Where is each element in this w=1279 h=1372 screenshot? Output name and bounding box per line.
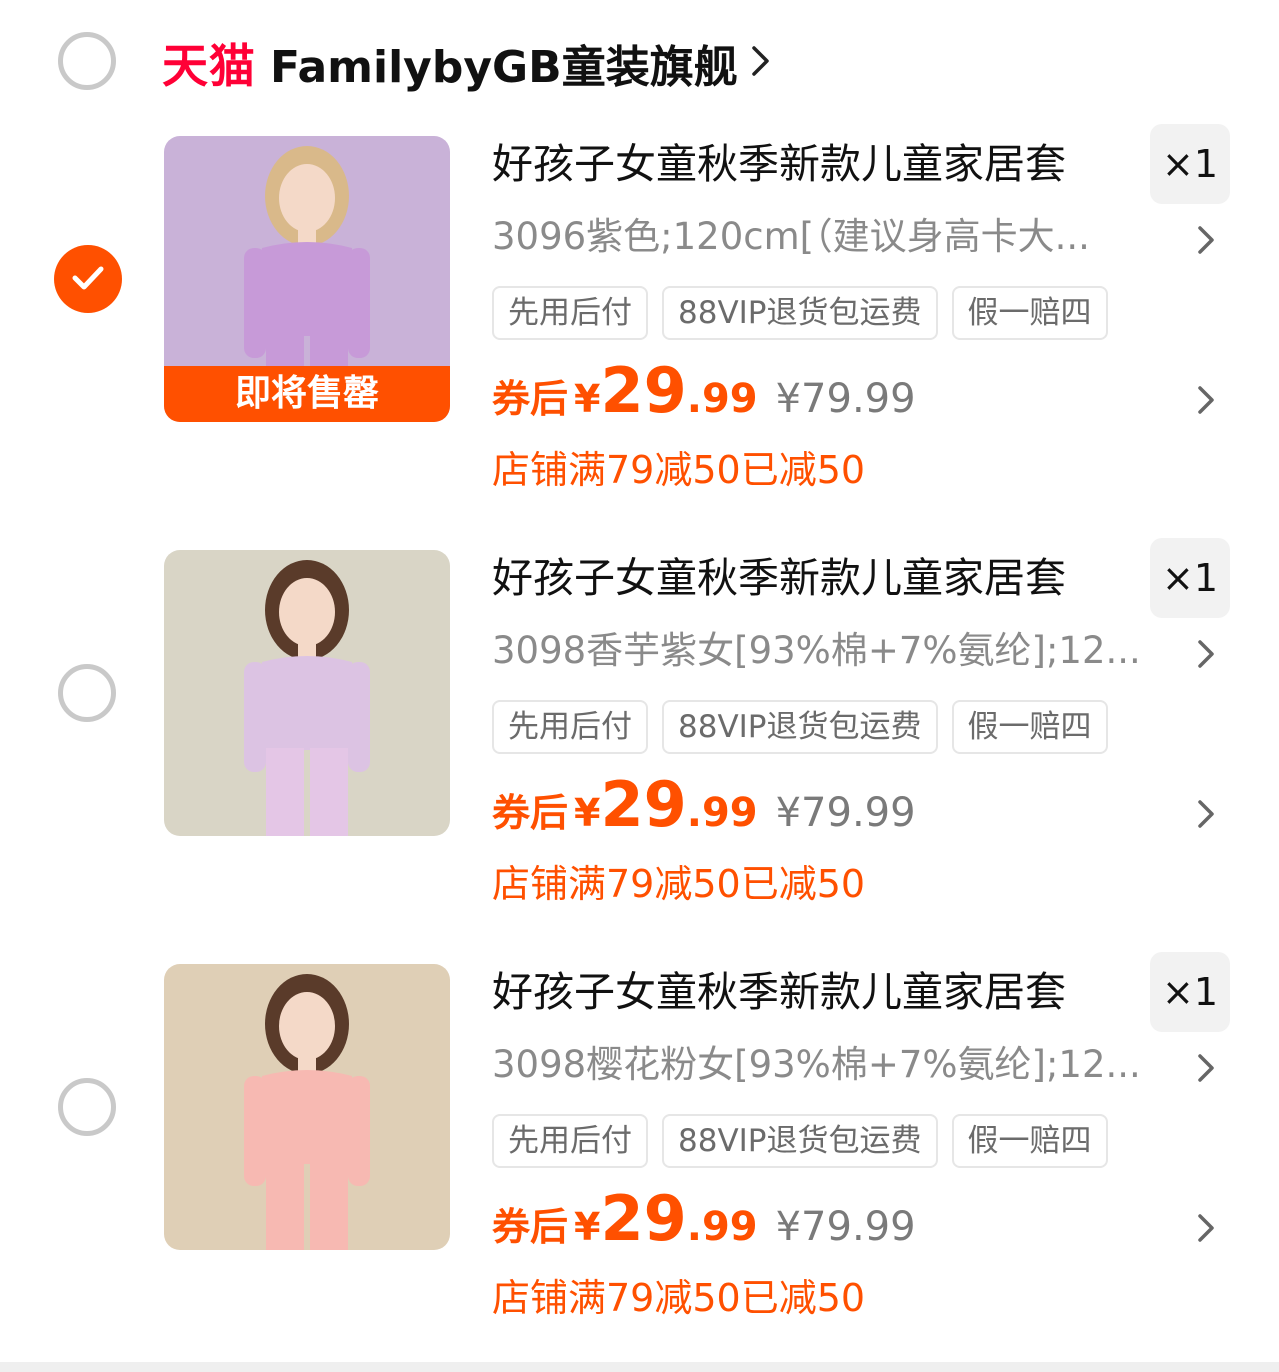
cart-store-card: 天猫 FamilybyGB童装旗舰 即将售罄 好孩子女童秋季新款儿童家居套 ×1 — [0, 0, 1279, 1362]
service-tags: 先用后付 88VIP退货包运费 假一赔四 — [492, 700, 1108, 754]
cart-item: 好孩子女童秋季新款儿童家居套 ×1 3098樱花粉女[93%棉+7%氨纶];12… — [0, 952, 1279, 1344]
currency-symbol: ¥ — [574, 377, 601, 421]
currency-symbol: ¥ — [574, 791, 601, 835]
service-tags: 先用后付 88VIP退货包运费 假一赔四 — [492, 1114, 1108, 1168]
store-select-radio[interactable] — [58, 32, 116, 90]
original-price: ¥79.99 — [775, 376, 916, 422]
item-select-radio[interactable] — [58, 1078, 116, 1136]
price-decimal: .99 — [686, 376, 758, 422]
original-price: ¥79.99 — [775, 790, 916, 836]
price-row[interactable]: 券后 ¥ 29 .99 ¥79.99 — [492, 1182, 916, 1262]
price-integer: 29 — [600, 768, 687, 841]
product-photo — [164, 964, 450, 1250]
product-photo — [164, 550, 450, 836]
quantity-stepper[interactable]: ×1 — [1150, 538, 1230, 618]
service-tag: 假一赔四 — [951, 700, 1108, 754]
service-tag: 假一赔四 — [951, 286, 1108, 340]
service-tag: 88VIP退货包运费 — [662, 700, 938, 754]
service-tag: 假一赔四 — [951, 1114, 1108, 1168]
tmall-logo: 天猫 — [162, 39, 256, 93]
store-name: FamilybyGB童装旗舰 — [270, 42, 738, 93]
section-divider — [0, 1362, 1279, 1372]
product-title[interactable]: 好孩子女童秋季新款儿童家居套 — [492, 964, 1132, 1020]
service-tag: 88VIP退货包运费 — [662, 1114, 938, 1168]
low-stock-badge: 即将售罄 — [164, 366, 450, 422]
product-title[interactable]: 好孩子女童秋季新款儿童家居套 — [492, 550, 1132, 606]
promo-text: 店铺满79减50已减50 — [492, 448, 866, 492]
service-tag: 88VIP退货包运费 — [662, 286, 938, 340]
service-tag: 先用后付 — [492, 700, 648, 754]
service-tags: 先用后付 88VIP退货包运费 假一赔四 — [492, 286, 1108, 340]
sku-selector[interactable]: 3098香芋紫女[93%棉+7%氨纶];12... — [492, 624, 1182, 678]
currency-symbol: ¥ — [574, 1205, 601, 1249]
sku-selector[interactable]: 3096紫色;120cm[（建议身高卡大... — [492, 210, 1182, 264]
product-thumbnail[interactable] — [164, 550, 450, 836]
promo-text: 店铺满79减50已减50 — [492, 1276, 866, 1320]
price-label: 券后 — [492, 791, 569, 835]
price-decimal: .99 — [686, 1204, 758, 1250]
price-decimal: .99 — [686, 790, 758, 836]
cart-item: 即将售罄 好孩子女童秋季新款儿童家居套 ×1 3096紫色;120cm[（建议身… — [0, 124, 1279, 516]
promo-text: 店铺满79减50已减50 — [492, 862, 866, 906]
service-tag: 先用后付 — [492, 286, 648, 340]
item-select-radio[interactable] — [58, 664, 116, 722]
sku-chevron-right-icon[interactable] — [1196, 1052, 1216, 1088]
checkmark-icon — [72, 266, 104, 290]
sku-chevron-right-icon[interactable] — [1196, 224, 1216, 260]
item-select-radio[interactable] — [54, 245, 122, 313]
price-integer: 29 — [600, 354, 687, 427]
quantity-stepper[interactable]: ×1 — [1150, 124, 1230, 204]
price-label: 券后 — [492, 1205, 569, 1249]
price-label: 券后 — [492, 377, 569, 421]
store-header[interactable]: 天猫 FamilybyGB童装旗舰 — [162, 30, 772, 96]
price-chevron-right-icon[interactable] — [1196, 1212, 1216, 1248]
cart-item: 好孩子女童秋季新款儿童家居套 ×1 3098香芋紫女[93%棉+7%氨纶];12… — [0, 538, 1279, 930]
price-row[interactable]: 券后 ¥ 29 .99 ¥79.99 — [492, 768, 916, 848]
original-price: ¥79.99 — [775, 1204, 916, 1250]
sku-chevron-right-icon[interactable] — [1196, 638, 1216, 674]
chevron-right-icon — [750, 44, 772, 82]
product-title[interactable]: 好孩子女童秋季新款儿童家居套 — [492, 136, 1132, 192]
sku-selector[interactable]: 3098樱花粉女[93%棉+7%氨纶];12... — [492, 1038, 1182, 1092]
price-chevron-right-icon[interactable] — [1196, 798, 1216, 834]
product-thumbnail[interactable] — [164, 964, 450, 1250]
price-row[interactable]: 券后 ¥ 29 .99 ¥79.99 — [492, 354, 916, 434]
quantity-stepper[interactable]: ×1 — [1150, 952, 1230, 1032]
price-chevron-right-icon[interactable] — [1196, 384, 1216, 420]
service-tag: 先用后付 — [492, 1114, 648, 1168]
product-thumbnail[interactable]: 即将售罄 — [164, 136, 450, 422]
price-integer: 29 — [600, 1182, 687, 1255]
